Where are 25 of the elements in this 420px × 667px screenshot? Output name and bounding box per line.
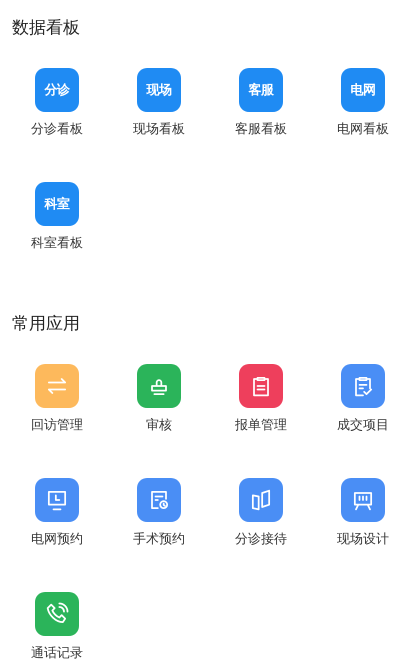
app-label[interactable]: 电网看板 <box>337 121 389 139</box>
app-icon[interactable] <box>341 478 385 522</box>
app-label[interactable]: 分诊看板 <box>31 121 83 139</box>
app-icon[interactable] <box>137 364 181 408</box>
app-label[interactable]: 科室看板 <box>31 235 83 253</box>
app-label[interactable]: 现场设计 <box>337 531 389 549</box>
app-label[interactable]: 通话记录 <box>31 645 83 663</box>
app-icon[interactable] <box>137 478 181 522</box>
app-label[interactable]: 客服看板 <box>235 121 287 139</box>
app-icon[interactable] <box>35 478 79 522</box>
app-label[interactable]: 审核 <box>146 417 172 435</box>
app-label[interactable]: 分诊接待 <box>235 531 287 549</box>
app-icon[interactable] <box>35 592 79 636</box>
section-title: 常用应用 <box>12 313 80 336</box>
app-label[interactable]: 成交项目 <box>337 417 389 435</box>
app-label[interactable]: 现场看板 <box>133 121 185 139</box>
app-icon[interactable] <box>239 478 283 522</box>
app-label[interactable]: 报单管理 <box>235 417 287 435</box>
app-label[interactable]: 电网预约 <box>31 531 83 549</box>
app-label[interactable]: 手术预约 <box>133 531 185 549</box>
app-icon[interactable] <box>35 364 79 408</box>
app-icon[interactable] <box>239 364 283 408</box>
section-title: 数据看板 <box>12 17 80 40</box>
app-label[interactable]: 回访管理 <box>31 417 83 435</box>
app-icon[interactable] <box>341 364 385 408</box>
